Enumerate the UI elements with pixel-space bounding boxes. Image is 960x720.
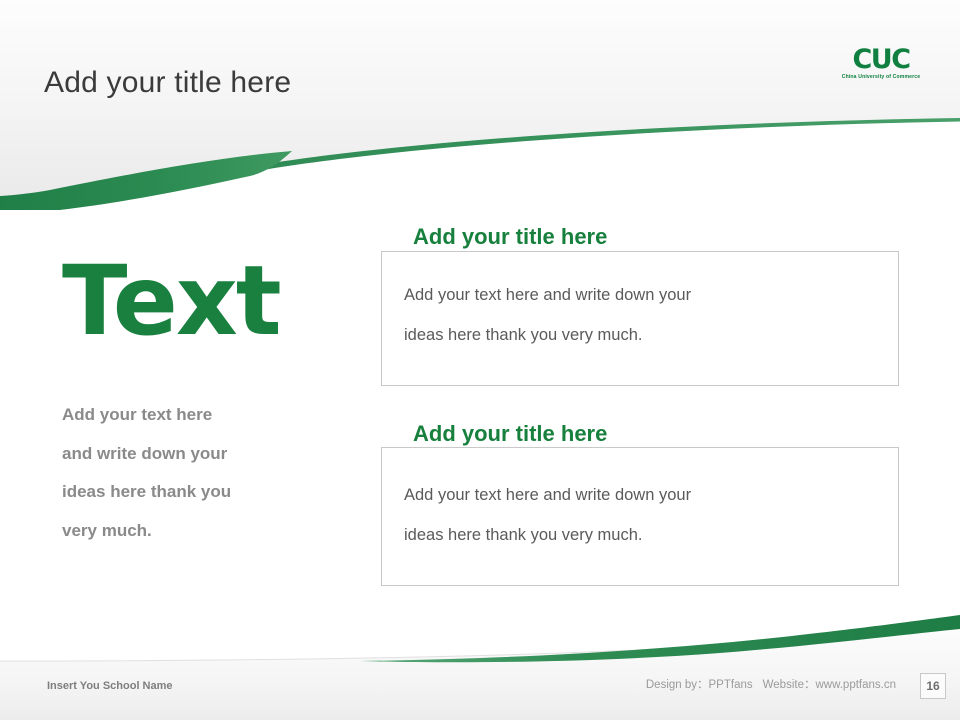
university-logo: CUC China University of Commerce [840, 46, 922, 80]
green-swoosh-band [0, 152, 293, 192]
logo-mark-text: CUC [852, 44, 911, 75]
presentation-slide: Add your title here CUC China University… [0, 0, 960, 720]
footer-background [0, 615, 960, 720]
panel-1-body-line: Add your text here and write down your [404, 286, 692, 304]
green-swoosh-top [0, 118, 960, 205]
footer-website: Website：www.pptfans.cn [762, 679, 896, 691]
panel-1-title: Add your title here [404, 226, 617, 248]
panel-2-body: Add your text here and write down your i… [404, 475, 869, 555]
green-swoosh-bottom [360, 615, 960, 663]
panel-2-body-line: ideas here thank you very much. [404, 526, 643, 545]
page-title: Add your title here [44, 66, 292, 100]
logo-subtitle-text: China University of Commerce [841, 74, 921, 80]
footer-divider-line [0, 620, 960, 662]
left-paragraph: Add your text here and write down your i… [62, 358, 314, 551]
panel-2-body-line: Add your text here and write down your [404, 486, 692, 504]
footer-credits: Design by：PPTfans Website：www.pptfans.cn [646, 676, 896, 692]
page-number-badge: 16 [920, 673, 946, 699]
left-content-column: Text Add your text here and write down y… [62, 245, 314, 551]
green-swoosh-main [0, 151, 292, 210]
left-headline: Text [62, 245, 282, 357]
panel-2-title: Add your title here [404, 423, 617, 445]
panel-1-body: Add your text here and write down your i… [404, 275, 869, 355]
footer-design-by: Design by：PPTfans [645, 679, 753, 691]
header-background [0, 0, 960, 210]
left-paragraph-line: very much. [62, 521, 152, 541]
left-paragraph-line: and write down your [62, 443, 228, 463]
panel-1-body-line: ideas here thank you very much. [404, 326, 643, 345]
footer-school-name: Insert You School Name [47, 680, 173, 692]
left-paragraph-line: Add your text here [62, 404, 213, 424]
footer-gray-strip [0, 621, 960, 720]
left-paragraph-line: ideas here thank you [62, 482, 232, 502]
